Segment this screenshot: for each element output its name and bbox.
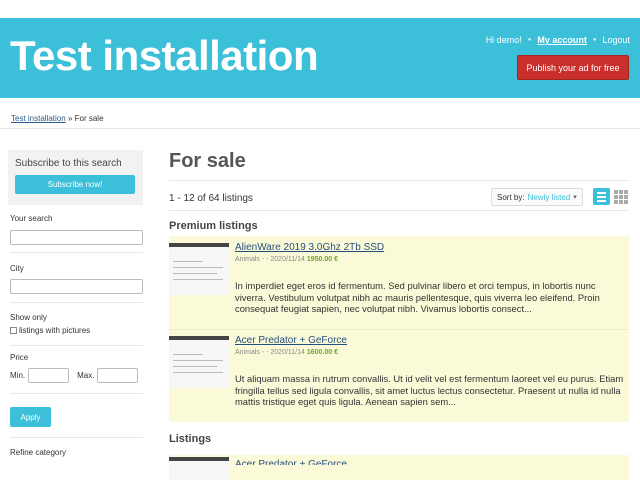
- divider: [10, 393, 143, 394]
- sort-value: Newly listed: [527, 192, 571, 202]
- grid-view-icon[interactable]: [613, 188, 628, 205]
- subscribe-title: Subscribe to this search: [15, 158, 122, 169]
- your-search-label: Your search: [10, 214, 53, 223]
- listing-description: In imperdiet eget eros id fermentum. Sed…: [235, 280, 600, 314]
- divider: [0, 128, 640, 129]
- listing-count: 1 - 12 of 64 listings: [169, 193, 253, 204]
- listing-thumbnail[interactable]: [169, 457, 229, 480]
- listings-heading: Listings: [169, 433, 212, 445]
- subscribe-box: Subscribe to this search Subscribe now!: [8, 150, 143, 205]
- breadcrumb: Test installation » For sale: [11, 114, 104, 123]
- divider: [10, 302, 143, 303]
- listing-item: AlienWare 2019 3.0Ghz 2Tb SSD Animals - …: [169, 236, 629, 329]
- premium-listings-heading: Premium listings: [169, 220, 258, 232]
- listing-title-link[interactable]: Acer Predator + GeForce: [235, 335, 347, 346]
- user-links: Hi demo! ● My account ● Logout: [486, 35, 630, 45]
- separator-dot: ●: [592, 37, 597, 43]
- site-title[interactable]: Test installation: [10, 32, 319, 80]
- listing-title-link[interactable]: Acer Predator + GeForce: [235, 459, 347, 465]
- page-title: For sale: [169, 150, 246, 172]
- premium-listings: AlienWare 2019 3.0Ghz 2Tb SSD Animals - …: [169, 236, 629, 422]
- max-label: Max.: [77, 371, 95, 380]
- apply-button[interactable]: Apply: [10, 407, 51, 427]
- listing-meta: Animals - - 2020/11/14 1950.00 €: [235, 256, 338, 263]
- logout-link[interactable]: Logout: [602, 35, 630, 45]
- subscribe-button[interactable]: Subscribe now!: [15, 175, 135, 194]
- listing-thumbnail[interactable]: [169, 243, 229, 295]
- pictures-checkbox-row[interactable]: listings with pictures: [10, 326, 90, 335]
- divider: [10, 345, 143, 346]
- min-price-input[interactable]: [28, 368, 70, 383]
- listing-description: Ut aliquam massa in rutrum convallis. Ut…: [235, 373, 624, 407]
- city-input[interactable]: [10, 279, 143, 294]
- pictures-checkbox[interactable]: [10, 327, 17, 334]
- site-header: Test installation Hi demo! ● My account …: [0, 18, 640, 98]
- listing-thumbnail[interactable]: [169, 336, 229, 388]
- price-range: Min. Max.: [10, 368, 146, 383]
- sort-dropdown[interactable]: Sort by: Newly listed ▾: [491, 188, 583, 206]
- list-view-icon[interactable]: [593, 188, 610, 205]
- price-label: Price: [10, 353, 29, 362]
- breadcrumb-separator: »: [67, 114, 73, 123]
- sort-label: Sort by:: [497, 192, 525, 202]
- listing-category-date: Animals - - 2020/11/14: [235, 349, 305, 356]
- publish-ad-button[interactable]: Publish your ad for free: [517, 55, 629, 80]
- breadcrumb-home-link[interactable]: Test installation: [11, 114, 66, 123]
- listing-meta: Animals - - 2020/11/14 1600.00 €: [235, 349, 338, 356]
- listing-item: Acer Predator + GeForce: [169, 455, 629, 480]
- pictures-checkbox-label: listings with pictures: [19, 326, 91, 335]
- divider: [10, 252, 143, 253]
- listing-price: 1600.00 €: [306, 349, 339, 356]
- listing-category-date: Animals - - 2020/11/14: [235, 256, 305, 263]
- divider: [169, 210, 629, 211]
- divider: [10, 437, 143, 438]
- listing-title-link[interactable]: AlienWare 2019 3.0Ghz 2Tb SSD: [235, 242, 384, 253]
- refine-category-label: Refine category: [10, 448, 67, 457]
- min-label: Min.: [10, 371, 26, 380]
- listing-price: 1950.00 €: [306, 256, 339, 263]
- search-sidebar: Subscribe to this search Subscribe now! …: [8, 150, 143, 457]
- show-only-label: Show only: [10, 313, 47, 322]
- greeting-text: Hi demo!: [485, 35, 522, 45]
- search-input[interactable]: [10, 230, 143, 245]
- divider: [169, 180, 629, 181]
- max-price-input[interactable]: [97, 368, 139, 383]
- separator-dot: ●: [527, 37, 532, 43]
- listing-item: Acer Predator + GeForce Animals - - 2020…: [169, 329, 629, 422]
- my-account-link[interactable]: My account: [537, 35, 587, 45]
- breadcrumb-current: For sale: [74, 114, 104, 123]
- chevron-down-icon: ▾: [573, 194, 577, 201]
- city-label: City: [10, 264, 24, 273]
